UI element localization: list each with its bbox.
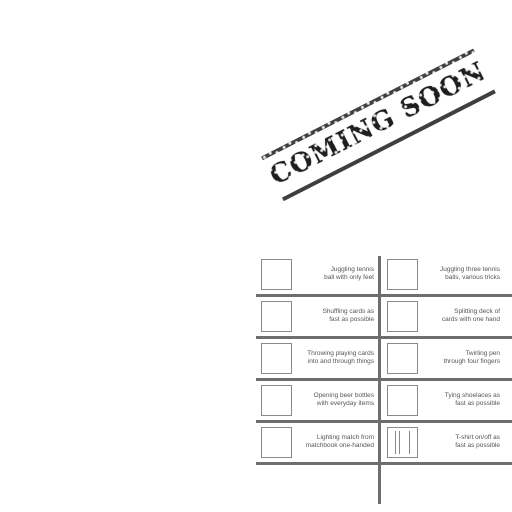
shirt-sketch-line [399,431,400,454]
skills-grid: Juggling tennis ball with only feet Jugg… [256,256,512,512]
skill-cell-shuffling-cards[interactable]: Shuffling cards as fast as possible [256,298,378,338]
skill-cell-juggling-three-balls[interactable]: Juggling three tennis balls, various tri… [382,256,504,296]
skill-cell-tshirt-on-off[interactable]: T-shirt on/off as fast as possible [382,424,504,464]
skill-cell-throwing-cards[interactable]: Throwing playing cards into and through … [256,340,378,380]
skill-cell-juggling-tennis-feet[interactable]: Juggling tennis ball with only feet [256,256,378,296]
skill-thumbnail[interactable] [261,427,292,458]
skill-label: Opening beer bottles with everyday items [313,392,374,407]
skill-cell-tying-shoelaces[interactable]: Tying shoelaces as fast as possible [382,382,504,422]
skill-cell-opening-bottles[interactable]: Opening beer bottles with everyday items [256,382,378,422]
shirt-sketch-line [409,431,410,454]
skill-cell-twirling-pen[interactable]: Twirling pen through four fingers [382,340,504,380]
skill-thumbnail[interactable] [387,427,418,458]
skill-label: Juggling three tennis balls, various tri… [440,266,500,281]
skill-thumbnail[interactable] [261,301,292,332]
skill-label: T-shirt on/off as fast as possible [455,434,500,449]
skill-thumbnail[interactable] [261,385,292,416]
skill-label: Lighting match from matchbook one-handed [305,434,374,449]
coming-soon-stamp: COMING SOON [260,46,496,202]
skill-label: Throwing playing cards into and through … [307,350,374,365]
skill-cell-lighting-match[interactable]: Lighting match from matchbook one-handed [256,424,378,464]
skill-label: Shuffling cards as fast as possible [322,308,374,323]
skill-label: Twirling pen through four fingers [443,350,500,365]
skill-label: Tying shoelaces as fast as possible [444,392,500,407]
skill-thumbnail[interactable] [387,259,418,290]
skill-thumbnail[interactable] [261,343,292,374]
skill-thumbnail[interactable] [387,343,418,374]
skill-cell-splitting-deck[interactable]: Splitting deck of cards with one hand [382,298,504,338]
column-divider [378,256,381,504]
skill-thumbnail[interactable] [387,301,418,332]
stamp-text: COMING SOON [265,56,492,192]
skill-thumbnail[interactable] [387,385,418,416]
shirt-sketch-line [395,431,396,454]
skill-thumbnail[interactable] [261,259,292,290]
page: COMING SOON Juggling tennis ball with on… [0,0,512,512]
skill-label: Juggling tennis ball with only feet [324,266,374,281]
skill-label: Splitting deck of cards with one hand [441,308,500,323]
